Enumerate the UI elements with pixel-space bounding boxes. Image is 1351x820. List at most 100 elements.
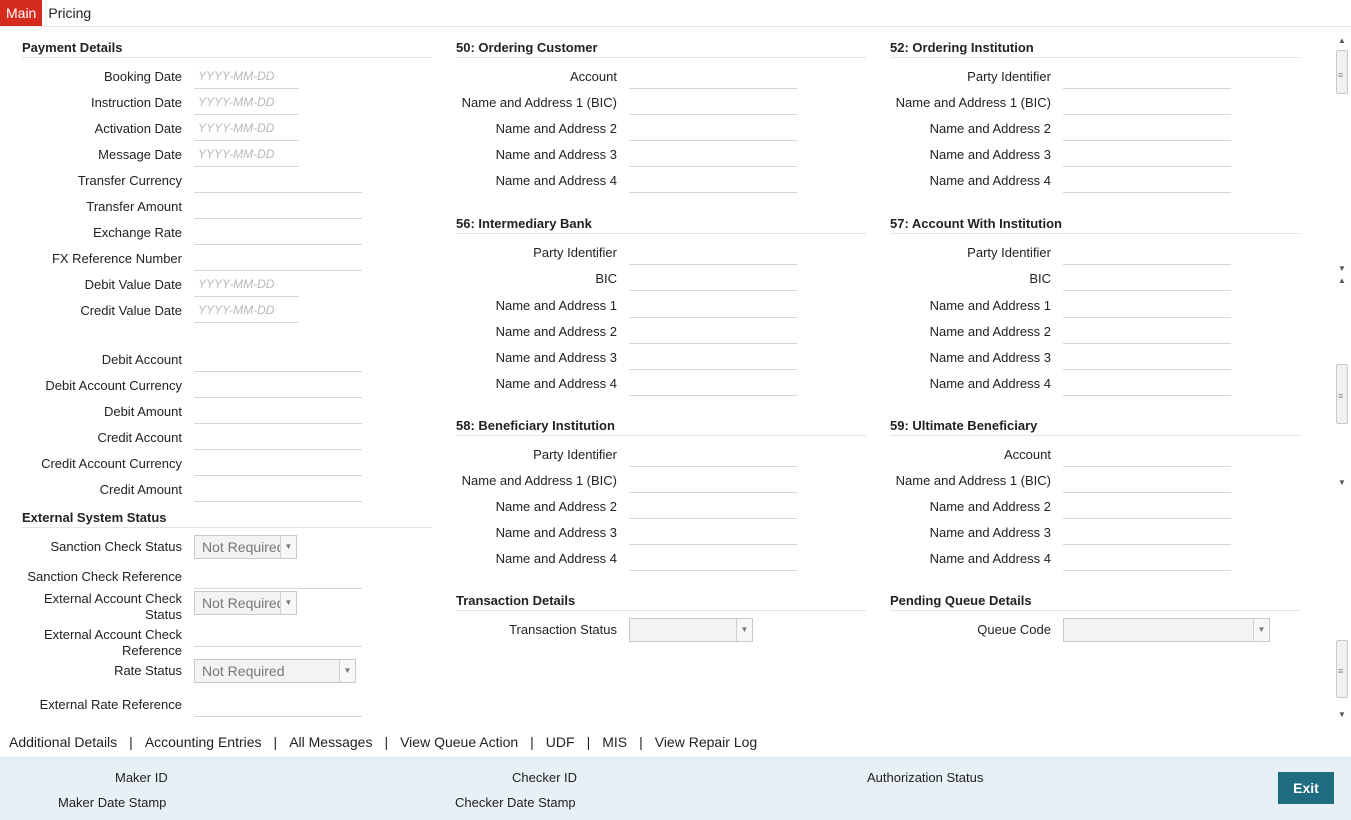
debit-account-currency-field[interactable] [194,374,362,398]
middle-column: 50: Ordering Customer Account Name and A… [456,40,866,644]
external-account-check-reference-field[interactable] [194,623,362,647]
party-identifier-field[interactable] [629,241,797,265]
name-address-1-field[interactable] [1063,469,1231,493]
name-address-2-field[interactable] [1063,117,1231,141]
name-address-3-field[interactable] [629,521,797,545]
rate-status-select[interactable]: Not Required ▼ [194,659,356,683]
queue-code-select[interactable]: ▼ [1063,618,1270,642]
scroll-thumb[interactable] [1336,364,1348,424]
sanction-check-reference-field[interactable] [194,565,362,589]
name-address-2-field[interactable] [629,495,797,519]
name-address-4-field[interactable] [1063,372,1231,396]
chevron-down-icon: ▼ [280,592,296,614]
transaction-status-select[interactable]: ▼ [629,618,753,642]
transfer-amount-field[interactable] [194,195,362,219]
tab-main[interactable]: Main [0,0,43,26]
scroll-down-icon[interactable]: ▼ [1337,264,1347,274]
fx-reference-number-field[interactable] [194,247,362,271]
exchange-rate-field[interactable] [194,221,362,245]
name-address-4-label: Name and Address 4 [929,173,1051,188]
scroll-up-icon[interactable]: ▲ [1337,276,1347,286]
instruction-date-field[interactable]: YYYY-MM-DD [194,91,299,115]
debit-value-date-field[interactable]: YYYY-MM-DD [194,273,299,297]
name-address-3-label: Name and Address 3 [495,525,617,540]
name-address-4-field[interactable] [1063,169,1231,193]
transfer-currency-field[interactable] [194,169,362,193]
bic-label: BIC [595,271,617,286]
name-address-4-field[interactable] [629,169,797,193]
name-address-4-label: Name and Address 4 [495,551,617,566]
name-address-4-field[interactable] [629,547,797,571]
name-address-3-field[interactable] [1063,346,1231,370]
accounting-entries-link[interactable]: Accounting Entries [145,734,262,750]
credit-account-currency-field[interactable] [194,452,362,476]
name-address-2-field[interactable] [1063,320,1231,344]
credit-account-field[interactable] [194,426,362,450]
section-title: 56: Intermediary Bank [456,216,866,234]
scroll-down-icon[interactable]: ▼ [1337,710,1347,720]
scroll-up-icon[interactable]: ▲ [1337,36,1347,46]
section-title: 59: Ultimate Beneficiary [890,418,1300,436]
vertical-scrollbar[interactable]: ▲ ▼ ▲ ▼ ▼ [1335,36,1349,722]
party-identifier-label: Party Identifier [533,245,617,260]
all-messages-link[interactable]: All Messages [289,734,372,750]
name-address-1-field[interactable] [1063,91,1231,115]
name-address-3-field[interactable] [1063,143,1231,167]
account-label: Account [570,69,617,84]
name-address-3-field[interactable] [629,346,797,370]
name-address-1-field[interactable] [629,91,797,115]
sanction-check-status-select[interactable]: Not Required ▼ [194,535,297,559]
name-address-1-field[interactable] [629,294,797,318]
name-address-3-label: Name and Address 3 [495,147,617,162]
account-field[interactable] [629,65,797,89]
chevron-down-icon: ▼ [1253,619,1269,641]
name-address-3-label: Name and Address 3 [929,350,1051,365]
party-identifier-field[interactable] [629,443,797,467]
party-identifier-field[interactable] [1063,65,1231,89]
name-address-2-field[interactable] [629,117,797,141]
activation-date-field[interactable]: YYYY-MM-DD [194,117,299,141]
debit-amount-field[interactable] [194,400,362,424]
name-address-2-field[interactable] [629,320,797,344]
additional-details-link[interactable]: Additional Details [9,734,117,750]
ultimate-beneficiary-section: 59: Ultimate Beneficiary Account Name an… [890,418,1300,573]
bic-field[interactable] [1063,267,1231,291]
external-rate-reference-field[interactable] [194,693,362,717]
scroll-thumb[interactable] [1336,50,1348,94]
name-address-3-label: Name and Address 3 [929,525,1051,540]
bic-field[interactable] [629,267,797,291]
tab-pricing[interactable]: Pricing [42,0,97,26]
booking-date-field[interactable]: YYYY-MM-DD [194,65,299,89]
name-address-1-field[interactable] [629,469,797,493]
scroll-down-icon[interactable]: ▼ [1337,478,1347,488]
scroll-thumb[interactable] [1336,640,1348,698]
credit-amount-field[interactable] [194,478,362,502]
name-address-3-field[interactable] [629,143,797,167]
exit-button[interactable]: Exit [1278,772,1334,804]
udf-link[interactable]: UDF [546,734,575,750]
select-value: Not Required [202,595,285,611]
external-account-check-status-select[interactable]: Not Required ▼ [194,591,297,615]
name-address-3-field[interactable] [1063,521,1231,545]
name-address-4-field[interactable] [1063,547,1231,571]
credit-value-date-field[interactable]: YYYY-MM-DD [194,299,299,323]
debit-account-field[interactable] [194,348,362,372]
view-queue-action-link[interactable]: View Queue Action [400,734,518,750]
section-title: Transaction Details [456,593,866,611]
select-value: Not Required [202,663,285,679]
right-column: 52: Ordering Institution Party Identifie… [890,40,1300,644]
name-address-3-label: Name and Address 3 [495,350,617,365]
message-date-field[interactable]: YYYY-MM-DD [194,143,299,167]
view-repair-log-link[interactable]: View Repair Log [655,734,757,750]
section-title: Payment Details [22,40,432,58]
select-value: Not Required [202,539,285,555]
label-line: Status [145,607,182,622]
name-address-1-label: Name and Address 1 [929,298,1051,313]
account-field[interactable] [1063,443,1231,467]
mis-link[interactable]: MIS [602,734,627,750]
party-identifier-field[interactable] [1063,241,1231,265]
exchange-rate-label: Exchange Rate [93,225,182,240]
name-address-2-field[interactable] [1063,495,1231,519]
name-address-1-field[interactable] [1063,294,1231,318]
name-address-4-field[interactable] [629,372,797,396]
